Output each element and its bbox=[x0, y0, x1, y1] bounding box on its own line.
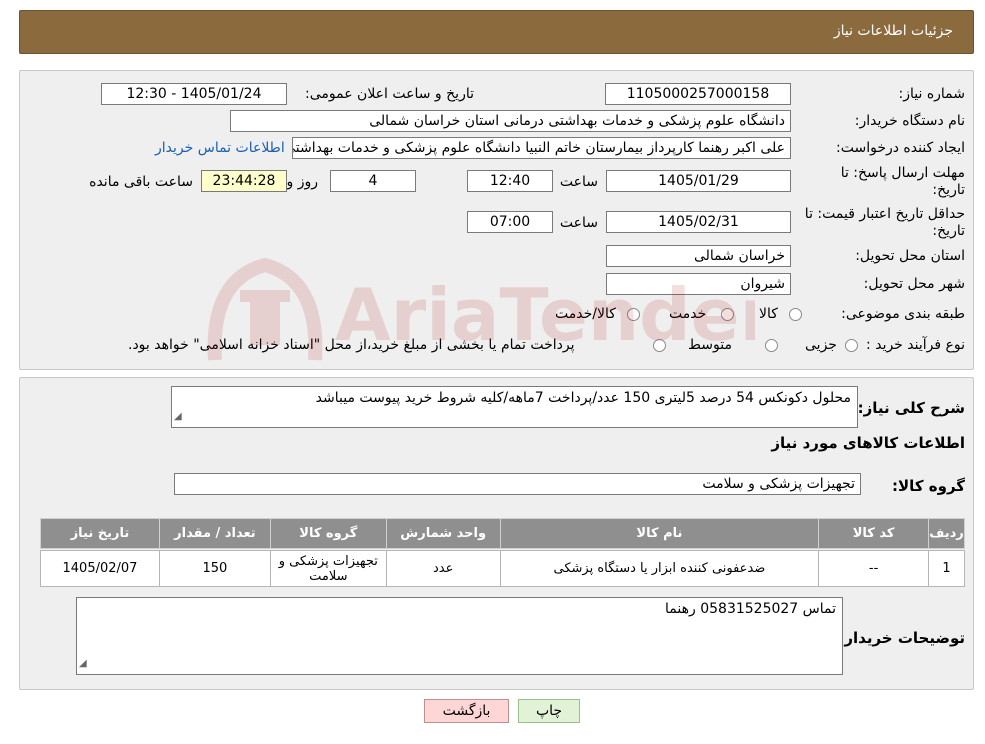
deadline-date-field[interactable]: 1405/01/29 bbox=[606, 170, 791, 192]
col-qty-header: تعداد / مقدار bbox=[158, 518, 271, 549]
back-button[interactable]: بازگشت bbox=[424, 699, 509, 723]
process-minor-radio[interactable] bbox=[845, 339, 858, 352]
price-validity-time-field[interactable]: 07:00 bbox=[467, 211, 553, 233]
process-medium-radio[interactable] bbox=[765, 339, 778, 352]
remaining-time-label: ساعت باقی مانده bbox=[89, 174, 193, 190]
treasury-note-text: پرداخت تمام یا بخشی از مبلغ خرید،از محل … bbox=[128, 337, 575, 353]
city-label: شهر محل تحویل: bbox=[863, 276, 965, 292]
announce-date-label: تاریخ و ساعت اعلان عمومی: bbox=[305, 86, 474, 102]
process-type-label: نوع فرآیند خرید : bbox=[866, 337, 965, 353]
cell-qty: 150 bbox=[158, 550, 271, 587]
process-medium-label: متوسط bbox=[688, 337, 732, 353]
days-label: روز و bbox=[286, 174, 319, 190]
table-row[interactable]: 1 -- ضدعفونی کننده ابزار یا دستگاه پزشکی… bbox=[40, 550, 965, 587]
print-button[interactable]: چاپ bbox=[518, 699, 580, 723]
price-validity-label: حداقل تاریخ اعتبار قیمت: تا تاریخ: bbox=[804, 206, 965, 239]
deadline-label: مهلت ارسال پاسخ: تا تاریخ: bbox=[840, 165, 965, 198]
col-row-header: ردیف bbox=[928, 518, 965, 549]
col-unit-header: واحد شمارش bbox=[385, 518, 501, 549]
cell-date: 1405/02/07 bbox=[40, 550, 160, 587]
need-description-field[interactable]: محلول دکونکس 54 درصد 5لیتری 150 عدد/پردا… bbox=[171, 386, 858, 428]
buyer-notes-text: تماس 05831525027 رهنما bbox=[665, 601, 836, 617]
province-label: استان محل تحویل: bbox=[855, 248, 965, 264]
deadline-time-label: ساعت bbox=[559, 174, 598, 190]
category-label: طبقه بندی موضوعی: bbox=[841, 306, 965, 322]
cell-row: 1 bbox=[928, 550, 965, 587]
deadline-time-field[interactable]: 12:40 bbox=[467, 170, 553, 192]
col-date-header: تاریخ نیاز bbox=[40, 518, 160, 549]
page-title: جزئیات اطلاعات نیاز bbox=[833, 23, 953, 39]
creator-label: ایجاد کننده درخواست: bbox=[836, 140, 965, 156]
need-number-field[interactable]: 1105000257000158 bbox=[605, 83, 791, 105]
cell-code: -- bbox=[818, 550, 930, 587]
category-service-radio[interactable] bbox=[721, 308, 734, 321]
col-name-header: نام کالا bbox=[499, 518, 820, 549]
province-field[interactable]: خراسان شمالی bbox=[606, 245, 791, 267]
need-number-label: شماره نیاز: bbox=[898, 86, 966, 102]
announce-date-field[interactable]: 1405/01/24 - 12:30 bbox=[101, 83, 287, 105]
cell-group: تجهیزات پزشکی و سلامت bbox=[269, 550, 387, 587]
cell-unit: عدد bbox=[385, 550, 501, 587]
buyer-notes-label: توضیحات خریدار: bbox=[838, 629, 965, 647]
category-goods-label: کالا bbox=[759, 306, 778, 322]
col-code-header: کد کالا bbox=[818, 518, 930, 549]
goods-group-label: گروه کالا: bbox=[892, 477, 965, 495]
creator-field[interactable]: علی اکبر رهنما کارپرداز بیمارستان خاتم ا… bbox=[292, 137, 791, 159]
category-goods-radio[interactable] bbox=[789, 308, 802, 321]
category-service-label: خدمت bbox=[669, 306, 707, 322]
resize-grip-icon[interactable]: ◢ bbox=[174, 408, 182, 426]
treasury-note-checkbox[interactable] bbox=[653, 339, 666, 352]
cell-name: ضدعفونی کننده ابزار یا دستگاه پزشکی bbox=[499, 550, 820, 587]
days-field[interactable]: 4 bbox=[330, 170, 416, 192]
category-goods-service-radio[interactable] bbox=[627, 308, 640, 321]
goods-group-field[interactable]: تجهیزات پزشکی و سلامت bbox=[174, 473, 861, 495]
price-validity-date-field[interactable]: 1405/02/31 bbox=[606, 211, 791, 233]
table-header-row: ردیف کد کالا نام کالا واحد شمارش گروه کا… bbox=[40, 518, 965, 549]
price-validity-time-label: ساعت bbox=[559, 215, 598, 231]
process-minor-label: جزیی bbox=[805, 337, 837, 353]
city-field[interactable]: شیروان bbox=[606, 273, 791, 295]
resize-grip-icon[interactable]: ◢ bbox=[79, 655, 87, 673]
buyer-contact-link[interactable]: اطلاعات تماس خریدار bbox=[155, 140, 285, 156]
buyer-notes-field[interactable]: تماس 05831525027 رهنما ◢ bbox=[76, 597, 843, 675]
goods-table: ردیف کد کالا نام کالا واحد شمارش گروه کا… bbox=[40, 518, 965, 587]
goods-section-title: اطلاعات کالاهای مورد نیاز bbox=[771, 434, 965, 452]
page-header: جزئیات اطلاعات نیاز bbox=[19, 10, 974, 54]
buyer-org-label: نام دستگاه خریدار: bbox=[854, 113, 965, 129]
need-description-label: شرح کلی نیاز: bbox=[857, 399, 965, 417]
need-description-text: محلول دکونکس 54 درصد 5لیتری 150 عدد/پردا… bbox=[315, 390, 851, 406]
category-goods-service-label: کالا/خدمت bbox=[555, 306, 616, 322]
col-group-header: گروه کالا bbox=[269, 518, 387, 549]
remaining-time-field: 23:44:28 bbox=[201, 170, 287, 192]
buyer-org-field[interactable]: دانشگاه علوم پزشکی و خدمات بهداشتی درمان… bbox=[230, 110, 791, 132]
